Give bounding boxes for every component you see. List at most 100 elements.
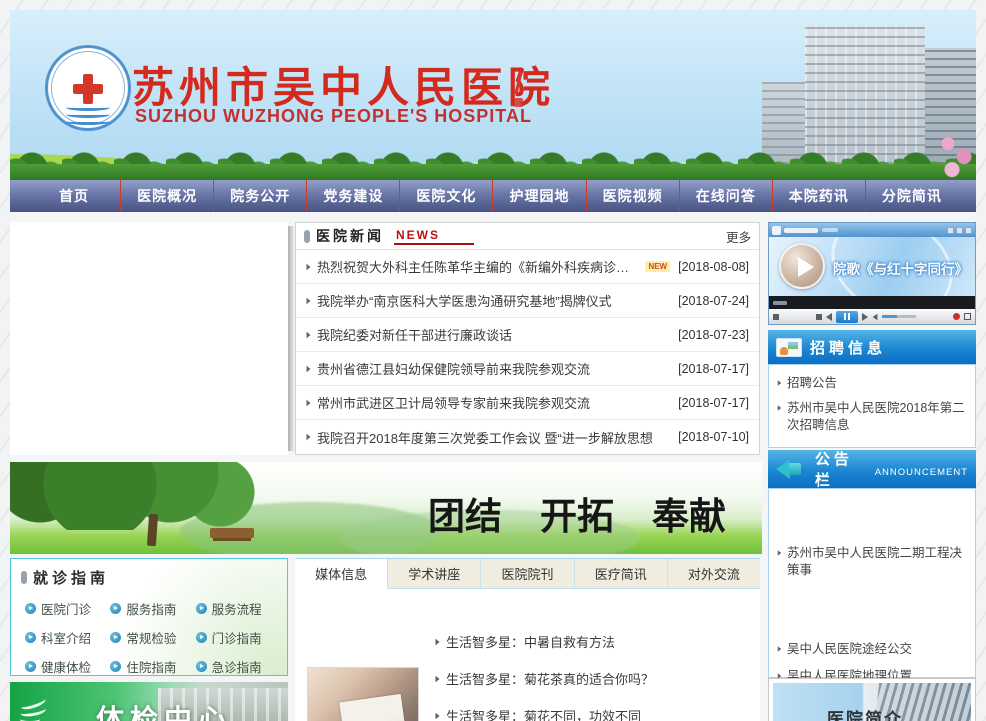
intro-title: 医院简介 [827,705,903,721]
play-button[interactable] [779,243,825,289]
player-progress-bar[interactable] [769,296,975,309]
visit-guide-panel: 就诊指南 医院门诊 服务指南 服务流程 科室介绍 常规检验 门诊指南 健康体检 … [10,558,288,676]
nav-item-nursing[interactable]: 护理园地 [492,180,585,212]
guide-link[interactable]: 科室介绍 [25,623,110,652]
announcement-link[interactable]: 吴中人民医院途经公交 [777,641,967,658]
news-date: [2018-07-10] [670,430,749,444]
guide-link-text: 门诊指南 [212,628,262,647]
news-link[interactable]: 我院纪委对新任干部进行廉政谈话 [317,325,512,344]
news-link[interactable]: 贵州省德江县妇幼保健院领导前来我院参观交流 [317,359,590,378]
announcement-title: 公告栏 [815,448,870,490]
media-thumbnail[interactable] [307,667,419,721]
news-row: 我院举办“南京医科大学医患沟通研究基地”揭牌仪式 [2018-07-24] [296,284,759,318]
nav-item-pharmacy[interactable]: 本院药讯 [772,180,865,212]
news-more-link[interactable]: 更多 [726,227,751,246]
guide-link[interactable]: 服务流程 [196,594,281,623]
news-link[interactable]: 常州市武进区卫计局领导专家前来我院参观交流 [317,393,590,412]
nav-item-culture[interactable]: 医院文化 [399,180,492,212]
recruit-link[interactable]: 苏州市吴中人民医院2018年第二次招聘信息 [777,400,967,434]
nav-item-affairs[interactable]: 院务公开 [213,180,306,212]
minimize-icon[interactable] [947,227,954,234]
nav-item-branch[interactable]: 分院简讯 [865,180,958,212]
news-date: [2018-08-08] [670,260,749,274]
hospital-intro-card[interactable]: 医院简介 [768,678,976,721]
fullscreen-icon[interactable] [964,313,971,320]
arrow-bullet-icon [436,638,440,644]
news-date: [2018-07-23] [670,328,749,342]
arrow-bullet-icon [436,675,440,681]
volume-icon[interactable] [873,313,878,319]
guide-link[interactable]: 住院指南 [110,652,195,681]
news-link[interactable]: 热烈祝贺大外科主任陈革华主编的《新编外科疾病诊断与治 [317,257,641,276]
previous-icon[interactable] [826,313,832,321]
announcement-link[interactable]: 苏州市吴中人民医院二期工程决策事 [777,545,967,579]
guide-link[interactable]: 门诊指南 [196,623,281,652]
news-date: [2018-07-17] [670,362,749,376]
tab-journal[interactable]: 医院院刊 [481,559,574,588]
guide-link[interactable]: 健康体检 [25,652,110,681]
arrow-bullet-icon [307,365,311,371]
nav-item-party[interactable]: 党务建设 [306,180,399,212]
next-icon[interactable] [862,313,868,321]
pause-button[interactable] [836,311,858,323]
page: 苏州市吴中人民医院 SUZHOU WUZHONG PEOPLE'S HOSPIT… [10,10,976,721]
guide-link[interactable]: 急诊指南 [196,652,281,681]
recruit-icon [776,338,802,357]
tab-lectures[interactable]: 学术讲座 [388,559,481,588]
nav-item-video[interactable]: 医院视频 [586,180,679,212]
news-row: 贵州省德江县妇幼保健院领导前来我院参观交流 [2018-07-17] [296,352,759,386]
stop-icon[interactable] [816,314,822,320]
new-badge: NEW [645,261,670,272]
tab-media-info[interactable]: 媒体信息 [295,559,388,589]
wave-icon [66,111,110,118]
photo-slideshow[interactable] [10,222,288,455]
maximize-icon[interactable] [956,227,963,234]
record-icon[interactable] [953,313,960,320]
slogan-banner: 团结 开拓 奉献 [10,462,762,554]
close-icon[interactable] [965,227,972,234]
media-link[interactable]: 生活智多星：中暑自救有方法 [435,623,752,660]
media-list: 生活智多星：中暑自救有方法 生活智多星：菊花茶真的适合你吗？ 生活智多星：菊花不… [435,623,752,721]
flowers-decoration [936,128,976,180]
video-player: 院歌《与红十字同行》 [768,222,976,325]
hospital-name-english: SUZHOU WUZHONG PEOPLE'S HOSPITAL [135,106,532,127]
volume-slider[interactable] [882,315,916,318]
guide-link[interactable]: 服务指南 [110,594,195,623]
news-row: 我院纪委对新任干部进行廉政谈话 [2018-07-23] [296,318,759,352]
guide-link[interactable]: 常规检验 [110,623,195,652]
tab-exchange[interactable]: 对外交流 [668,559,760,588]
announcement-link-text: 吴中人民医院途经公交 [787,641,912,658]
checkup-center-banner[interactable]: 体检中心 [10,682,288,721]
settings-icon[interactable] [773,314,779,320]
arrow-bullet-icon [307,399,311,405]
nav-item-overview[interactable]: 医院概况 [120,180,213,212]
announcement-link-text: 苏州市吴中人民医院二期工程决策事 [787,545,967,579]
announcement-title-en: ANNOUNCEMENT [875,467,968,478]
tab-briefs[interactable]: 医疗简讯 [575,559,668,588]
news-link[interactable]: 我院举办“南京医科大学医患沟通研究基地”揭牌仪式 [317,291,612,310]
arrow-bullet-icon [307,434,311,440]
circle-arrow-icon [25,661,36,672]
guide-link-text: 医院门诊 [41,599,91,618]
circle-arrow-icon [196,603,207,614]
circle-arrow-icon [110,603,121,614]
guide-link-text: 住院指南 [126,657,176,676]
nav-item-home[interactable]: 首页 [28,180,120,212]
arrow-bullet-icon [778,646,782,652]
guide-link[interactable]: 医院门诊 [25,594,110,623]
hospital-news-panel: 医院新闻 NEWS 更多 热烈祝贺大外科主任陈革华主编的《新编外科疾病诊断与治 … [295,222,760,455]
slideshow-shadow [288,226,295,451]
video-caption: 院歌《与红十字同行》 [833,258,968,278]
media-link[interactable]: 生活智多星：菊花不同，功效不同 [435,697,752,721]
bench-decoration [210,528,254,538]
guide-title: 就诊指南 [33,567,109,588]
recruit-link-text: 苏州市吴中人民医院2018年第二次招聘信息 [787,400,967,434]
news-link[interactable]: 我院召开2018年度第三次党委工作会议 暨“进一步解放思想 [317,428,653,447]
news-row: 我院召开2018年度第三次党委工作会议 暨“进一步解放思想 [2018-07-1… [296,420,759,454]
recruit-link[interactable]: 招聘公告 [777,375,967,392]
media-link[interactable]: 生活智多星：菊花茶真的适合你吗？ [435,660,752,697]
nav-item-qa[interactable]: 在线问答 [679,180,772,212]
circle-arrow-icon [25,603,36,614]
guide-link-text: 急诊指南 [212,657,262,676]
guide-link-text: 健康体检 [41,657,91,676]
